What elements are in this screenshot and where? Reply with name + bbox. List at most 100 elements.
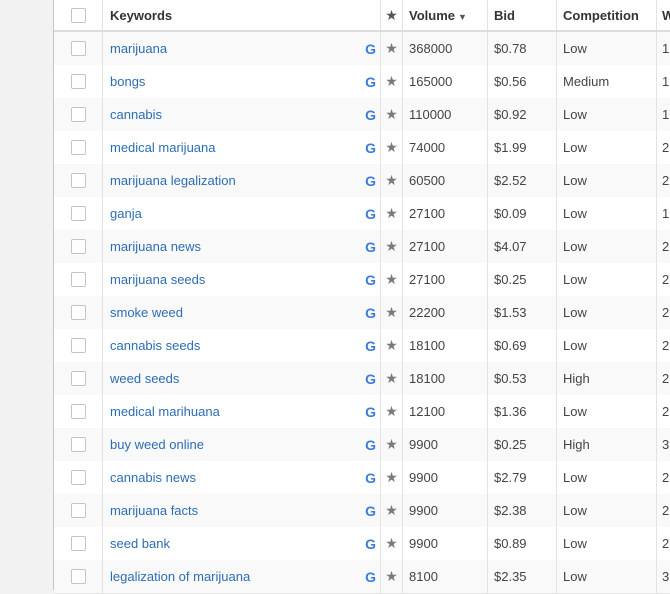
keyword-link[interactable]: marijuana facts	[110, 503, 365, 518]
more-cell: 2	[662, 470, 670, 485]
row-checkbox[interactable]	[70, 470, 86, 485]
keyword-link[interactable]: marijuana legalization	[110, 173, 365, 188]
google-icon[interactable]: G	[365, 140, 376, 156]
row-checkbox[interactable]	[70, 536, 86, 551]
star-icon[interactable]: ★	[385, 568, 398, 585]
row-checkbox[interactable]	[70, 569, 86, 584]
row-checkbox[interactable]	[70, 206, 86, 221]
select-all-checkbox[interactable]	[70, 7, 86, 23]
star-icon[interactable]: ★	[385, 106, 398, 123]
competition-cell: Low	[557, 560, 657, 593]
keyword-link[interactable]: marijuana news	[110, 239, 365, 254]
keyword-link[interactable]: cannabis seeds	[110, 338, 365, 353]
row-checkbox[interactable]	[70, 404, 86, 419]
keyword-link[interactable]: legalization of marijuana	[110, 569, 365, 584]
row-checkbox[interactable]	[70, 41, 86, 56]
header-volume[interactable]: Volume ▼	[403, 0, 488, 30]
star-icon[interactable]: ★	[385, 535, 398, 552]
competition-cell: Medium	[557, 65, 657, 98]
google-icon[interactable]: G	[365, 536, 376, 552]
google-icon[interactable]: G	[365, 74, 376, 90]
competition-cell: Low	[557, 329, 657, 362]
google-icon[interactable]: G	[365, 206, 376, 222]
star-icon[interactable]: ★	[385, 238, 398, 255]
star-icon[interactable]: ★	[385, 205, 398, 222]
star-icon[interactable]: ★	[385, 7, 398, 24]
google-icon[interactable]: G	[365, 404, 376, 420]
row-checkbox[interactable]	[70, 74, 86, 89]
star-icon[interactable]: ★	[385, 502, 398, 519]
star-icon[interactable]: ★	[385, 172, 398, 189]
keyword-link[interactable]: medical marijuana	[110, 140, 365, 155]
row-checkbox[interactable]	[70, 272, 86, 287]
more-cell: 2	[662, 305, 670, 320]
google-icon[interactable]: G	[365, 569, 376, 585]
star-cell: ★	[381, 362, 403, 395]
google-icon[interactable]: G	[365, 107, 376, 123]
bid-cell: $0.09	[488, 197, 557, 230]
row-checkbox[interactable]	[70, 371, 86, 386]
header-more[interactable]: W	[657, 0, 670, 30]
google-icon[interactable]: G	[365, 239, 376, 255]
volume-cell: 8100	[403, 560, 488, 593]
google-icon[interactable]: G	[365, 503, 376, 519]
row-checkbox[interactable]	[70, 239, 86, 254]
bid-cell: $0.25	[488, 263, 557, 296]
more-cell: 2	[662, 140, 670, 155]
google-icon[interactable]: G	[365, 305, 376, 321]
table-header: Keywords ★ Volume ▼ Bid Competition W	[54, 0, 670, 32]
table-row: marijuana facts G ★ 9900 $2.38 Low 2	[54, 494, 670, 528]
keyword-link[interactable]: buy weed online	[110, 437, 365, 452]
keyword-link[interactable]: weed seeds	[110, 371, 365, 386]
row-select-cell	[54, 329, 103, 362]
row-checkbox[interactable]	[70, 305, 86, 320]
star-icon[interactable]: ★	[385, 73, 398, 90]
row-select-cell	[54, 395, 103, 428]
keyword-link[interactable]: bongs	[110, 74, 365, 89]
google-icon[interactable]: G	[365, 173, 376, 189]
star-icon[interactable]: ★	[385, 40, 398, 57]
row-checkbox[interactable]	[70, 503, 86, 518]
keyword-link[interactable]: cannabis	[110, 107, 365, 122]
volume-cell: 9900	[403, 428, 488, 461]
star-icon[interactable]: ★	[385, 370, 398, 387]
more-cell: 3	[662, 569, 670, 584]
volume-cell: 110000	[403, 98, 488, 131]
header-bid[interactable]: Bid	[488, 0, 557, 30]
volume-cell: 22200	[403, 296, 488, 329]
row-checkbox[interactable]	[70, 173, 86, 188]
google-icon[interactable]: G	[365, 272, 376, 288]
google-icon[interactable]: G	[365, 41, 376, 57]
keyword-link[interactable]: smoke weed	[110, 305, 365, 320]
star-cell: ★	[381, 32, 403, 65]
keyword-link[interactable]: cannabis news	[110, 470, 365, 485]
star-icon[interactable]: ★	[385, 469, 398, 486]
google-icon[interactable]: G	[365, 371, 376, 387]
keyword-link[interactable]: marijuana	[110, 41, 365, 56]
row-checkbox[interactable]	[70, 338, 86, 353]
keyword-link[interactable]: marijuana seeds	[110, 272, 365, 287]
keyword-cell: cannabis G	[103, 98, 381, 131]
more-cell: 1	[662, 107, 670, 122]
star-icon[interactable]: ★	[385, 139, 398, 156]
star-icon[interactable]: ★	[385, 271, 398, 288]
bid-cell: $0.25	[488, 428, 557, 461]
star-icon[interactable]: ★	[385, 436, 398, 453]
google-icon[interactable]: G	[365, 338, 376, 354]
google-icon[interactable]: G	[365, 470, 376, 486]
header-competition[interactable]: Competition	[557, 0, 657, 30]
star-icon[interactable]: ★	[385, 304, 398, 321]
keyword-link[interactable]: ganja	[110, 206, 365, 221]
header-keywords[interactable]: Keywords	[103, 0, 381, 30]
star-cell: ★	[381, 131, 403, 164]
row-checkbox[interactable]	[70, 437, 86, 452]
row-checkbox[interactable]	[70, 140, 86, 155]
keyword-link[interactable]: medical marihuana	[110, 404, 365, 419]
star-icon[interactable]: ★	[385, 337, 398, 354]
row-checkbox[interactable]	[70, 107, 86, 122]
keyword-link[interactable]: seed bank	[110, 536, 365, 551]
keyword-cell: ganja G	[103, 197, 381, 230]
volume-cell: 27100	[403, 197, 488, 230]
google-icon[interactable]: G	[365, 437, 376, 453]
star-icon[interactable]: ★	[385, 403, 398, 420]
